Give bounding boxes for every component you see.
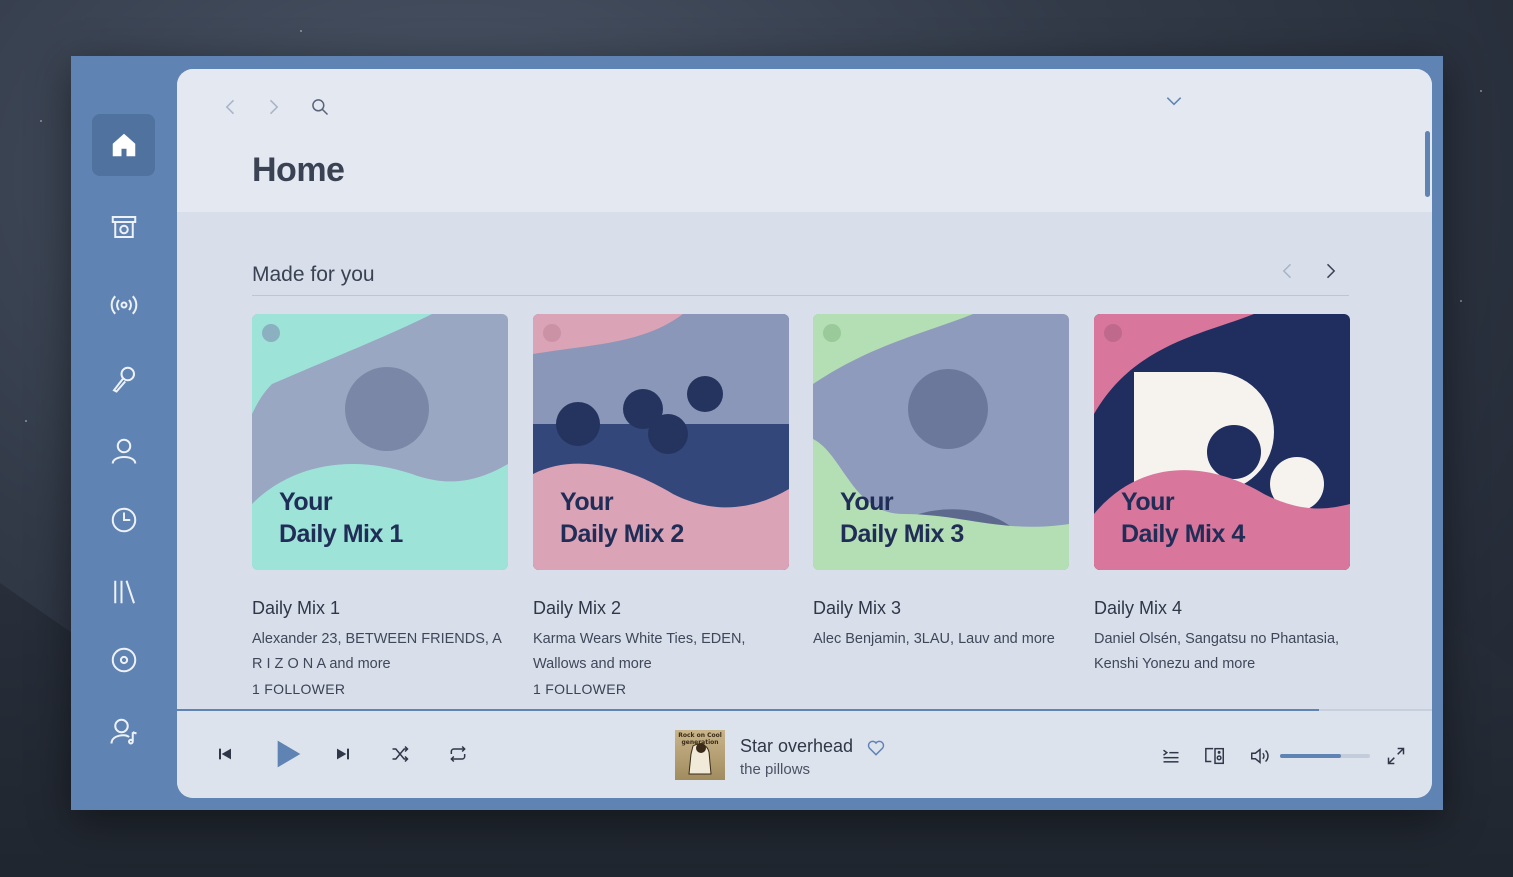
volume-button[interactable]: [1248, 744, 1272, 768]
user-icon: [111, 438, 136, 464]
card-followers: 1 FOLLOWER: [252, 681, 346, 697]
fullscreen-button[interactable]: [1385, 745, 1407, 767]
sidebar: [71, 56, 177, 810]
previous-button[interactable]: [215, 744, 235, 764]
skip-previous-icon: [219, 748, 231, 760]
player-bar: Rock on Cool generation Star overhead th…: [177, 709, 1432, 798]
card-followers: 1 FOLLOWER: [533, 681, 627, 697]
library-icon: [113, 580, 135, 604]
heart-icon: [867, 740, 885, 756]
queue-icon: [1163, 749, 1179, 763]
volume-icon: [1251, 748, 1269, 764]
search-icon: [312, 99, 329, 116]
devices-icon: [1205, 747, 1224, 765]
shuffle-icon: [392, 745, 409, 763]
track-title[interactable]: Star overhead: [740, 736, 853, 757]
playlist-cover: Your Daily Mix 1: [252, 314, 508, 570]
scrollbar[interactable]: [1425, 131, 1430, 197]
queue-button[interactable]: [1160, 745, 1182, 767]
section-title: Made for you: [252, 263, 375, 286]
sidebar-item-browse[interactable]: [92, 196, 155, 258]
section-next-button[interactable]: [1318, 259, 1342, 283]
repeat-button[interactable]: [447, 743, 469, 765]
shuffle-button[interactable]: [389, 743, 411, 765]
playlist-cover: Your Daily Mix 4: [1094, 314, 1350, 570]
card-title[interactable]: Daily Mix 3: [813, 598, 1069, 619]
disc-icon: [111, 647, 136, 673]
sidebar-item-home[interactable]: [92, 114, 155, 176]
sidebar-item-podcasts[interactable]: [92, 348, 155, 410]
expand-icon: [1387, 747, 1405, 765]
cover-title: Your Daily Mix 1: [279, 488, 403, 548]
card-subtitle: Alexander 23, BETWEEN FRIENDS, A R I Z O…: [252, 631, 502, 672]
play-button[interactable]: [269, 736, 305, 772]
top-bar: Home: [177, 69, 1432, 212]
cover-title: Your Daily Mix 4: [1121, 488, 1245, 548]
chevron-down-icon: [1166, 97, 1182, 106]
forward-button[interactable]: [261, 95, 285, 119]
page-title: Home: [252, 151, 345, 189]
sidebar-item-library[interactable]: [92, 561, 155, 623]
playlist-cover: Your Daily Mix 2: [533, 314, 789, 570]
playlist-card[interactable]: Your Daily Mix 2 Daily Mix 2 Karma Wears …: [533, 314, 789, 697]
album-art-image: [688, 743, 712, 775]
back-button[interactable]: [219, 95, 243, 119]
chevron-right-icon: [269, 99, 279, 115]
search-button[interactable]: [308, 95, 332, 119]
sidebar-item-radio[interactable]: [92, 274, 155, 336]
card-subtitle: Karma Wears White Ties, EDEN, Wallows an…: [533, 631, 746, 672]
playlist-cover: Your Daily Mix 3: [813, 314, 1069, 570]
album-art[interactable]: Rock on Cool generation: [675, 730, 725, 780]
skip-next-icon: [337, 748, 349, 760]
section-prev-button[interactable]: [1276, 259, 1300, 283]
volume-slider[interactable]: [1280, 754, 1370, 758]
main-panel: Home Made for you Your Daily Mix 1 Daily…: [177, 69, 1432, 798]
playback-progress-fill: [177, 709, 1320, 711]
microphone-icon: [111, 366, 135, 393]
card-title[interactable]: Daily Mix 4: [1094, 598, 1350, 619]
sidebar-item-artists[interactable]: [92, 420, 155, 482]
card-subtitle: Daniel Olsén, Sangatsu no Phantasia, Ken…: [1094, 631, 1340, 672]
playlist-card[interactable]: Your Daily Mix 3 Daily Mix 3 Alec Benjami…: [813, 314, 1069, 656]
browse-icon: [111, 216, 136, 238]
sidebar-item-albums[interactable]: [92, 629, 155, 691]
next-button[interactable]: [333, 744, 353, 764]
home-icon: [112, 133, 135, 157]
cover-title: Your Daily Mix 3: [840, 488, 964, 548]
play-icon: [277, 740, 301, 768]
repeat-icon: [450, 745, 466, 763]
chevron-left-icon: [225, 99, 235, 115]
devices-button[interactable]: [1203, 744, 1227, 768]
section-divider: [252, 295, 1349, 296]
card-title[interactable]: Daily Mix 1: [252, 598, 508, 619]
chevron-right-icon: [1326, 263, 1336, 279]
volume-slider-fill: [1280, 754, 1342, 758]
cover-title: Your Daily Mix 2: [560, 488, 684, 548]
playlist-card[interactable]: Your Daily Mix 1 Daily Mix 1 Alexander 23…: [252, 314, 508, 697]
user-music-icon: [110, 718, 137, 745]
user-menu-dropdown[interactable]: [1162, 89, 1186, 113]
sidebar-item-recent[interactable]: [92, 489, 155, 551]
card-subtitle: Alec Benjamin, 3LAU, Lauv and more: [813, 631, 1055, 647]
sidebar-item-followed-artists[interactable]: [92, 700, 155, 762]
radio-icon: [110, 295, 137, 315]
playback-progress[interactable]: [177, 709, 1432, 711]
card-title[interactable]: Daily Mix 2: [533, 598, 789, 619]
track-artist[interactable]: the pillows: [740, 761, 810, 778]
chevron-left-icon: [1282, 263, 1292, 279]
like-button[interactable]: [865, 737, 887, 759]
app-window: Home Made for you Your Daily Mix 1 Daily…: [71, 56, 1443, 810]
recent-clock-icon: [111, 507, 136, 533]
playlist-card[interactable]: Your Daily Mix 4 Daily Mix 4 Daniel Olsén…: [1094, 314, 1350, 681]
